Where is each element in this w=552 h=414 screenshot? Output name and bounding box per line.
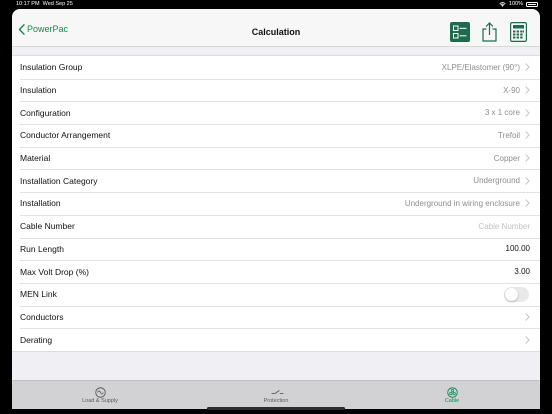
checklist-icon — [450, 22, 470, 42]
row-derating[interactable]: Derating — [12, 328, 540, 351]
status-bar: 10:17 PM Wed Sep 25 100% — [0, 0, 552, 9]
row-accessory: XLPE/Elastomer (90°) — [442, 63, 530, 72]
breaker-icon — [271, 385, 283, 396]
row-value: 3 x 1 core — [484, 108, 520, 118]
chevron-right-icon — [525, 131, 530, 140]
tab-bar: Load & Supply Protection Cable — [12, 380, 540, 409]
row-label: Conductors — [20, 311, 64, 322]
row-label: MEN Link — [20, 289, 57, 300]
chevron-right-icon — [525, 199, 530, 208]
row-accessory: Cable Number — [478, 222, 530, 231]
row-material[interactable]: Material Copper — [12, 146, 540, 170]
battery-percent: 100% — [508, 1, 523, 7]
wifi-icon — [499, 2, 506, 7]
row-installation-category[interactable]: Installation Category Underground — [12, 169, 540, 192]
row-label: Cable Number — [20, 221, 75, 232]
row-label: Max Volt Drop (%) — [20, 266, 89, 277]
row-value: Trefoil — [498, 130, 520, 140]
row-men-link[interactable]: MEN Link — [12, 282, 540, 306]
row-insulation[interactable]: Insulation X-90 — [12, 78, 540, 102]
row-accessory — [520, 335, 530, 344]
row-installation[interactable]: Installation Underground in wiring enclos… — [12, 192, 540, 215]
status-right: 100% — [499, 0, 538, 9]
row-label: Derating — [20, 334, 53, 345]
checklist-button[interactable] — [450, 22, 470, 42]
row-accessory — [504, 286, 530, 302]
row-label: Material — [20, 153, 51, 164]
row-accessory: 3 x 1 core — [485, 108, 530, 117]
row-max-volt-drop[interactable]: Max Volt Drop (%) 3.00 — [12, 260, 540, 283]
share-button[interactable] — [479, 22, 499, 42]
chevron-right-icon — [525, 177, 530, 185]
battery-icon — [526, 2, 538, 7]
row-accessory: 3.00 — [514, 267, 530, 276]
chevron-right-icon — [525, 335, 530, 344]
row-accessory: Trefoil — [498, 131, 530, 140]
row-label: Configuration — [20, 107, 71, 118]
row-accessory: 100.00 — [506, 244, 530, 253]
row-label: Installation Category — [20, 175, 98, 186]
chevron-right-icon — [525, 86, 530, 94]
toggle-knob — [505, 287, 518, 301]
row-value[interactable]: 3.00 — [514, 267, 530, 276]
tab-label: Protection — [263, 398, 289, 404]
row-insulation-group[interactable]: Insulation Group XLPE/Elastomer (90°) — [12, 56, 540, 79]
calculator-icon — [509, 22, 527, 42]
row-accessory: Copper — [494, 154, 530, 163]
row-accessory: Underground in wiring enclosure — [405, 199, 530, 208]
home-indicator — [207, 407, 345, 410]
row-value: Underground — [473, 176, 520, 186]
calculator-button[interactable] — [508, 22, 528, 42]
row-label: Insulation Group — [20, 62, 83, 73]
nav-actions — [450, 22, 528, 42]
cable-icon — [446, 385, 458, 398]
row-configuration[interactable]: Configuration 3 x 1 core — [12, 101, 540, 124]
row-label: Run Length — [20, 243, 64, 254]
sine-wave-icon — [94, 385, 106, 398]
status-time: 10:17 PM Wed Sep 25 — [16, 1, 73, 7]
tab-label: Cable — [444, 398, 460, 404]
chevron-right-icon — [525, 154, 530, 162]
row-accessory — [520, 313, 530, 321]
tab-load-supply[interactable]: Load & Supply — [12, 381, 188, 409]
chevron-right-icon — [525, 109, 530, 117]
row-run-length[interactable]: Run Length 100.00 — [12, 237, 540, 261]
row-value: X-90 — [503, 85, 520, 95]
row-label: Conductor Arrangement — [20, 130, 111, 141]
row-value: Underground in wiring enclosure — [404, 198, 520, 208]
row-value[interactable]: 100.00 — [506, 244, 530, 253]
row-cable-number[interactable]: Cable Number Cable Number — [12, 214, 540, 238]
share-icon — [481, 22, 497, 42]
cable-number-input[interactable]: Cable Number — [478, 222, 530, 231]
row-conductor-arrangement[interactable]: Conductor Arrangement Trefoil — [12, 124, 540, 147]
row-value: XLPE/Elastomer (90°) — [441, 62, 520, 72]
navigation-bar: PowerPac Calculation — [12, 9, 540, 47]
row-label: Insulation — [20, 85, 57, 96]
row-accessory: Underground — [473, 176, 530, 185]
chevron-right-icon — [525, 313, 530, 321]
row-label: Installation — [20, 198, 61, 209]
tab-cable[interactable]: Cable — [364, 381, 540, 409]
row-conductors[interactable]: Conductors — [12, 305, 540, 329]
app-window: PowerPac Calculation Insulation Group XL… — [12, 9, 540, 409]
row-accessory: X-90 — [503, 86, 530, 95]
settings-list: Insulation Group XLPE/Elastomer (90°) Insu… — [12, 55, 540, 352]
chevron-right-icon — [525, 63, 530, 72]
tab-protection[interactable]: Protection — [188, 381, 364, 409]
men-link-toggle[interactable] — [504, 286, 529, 302]
row-value: Copper — [493, 153, 520, 163]
tab-label: Load & Supply — [82, 398, 118, 404]
